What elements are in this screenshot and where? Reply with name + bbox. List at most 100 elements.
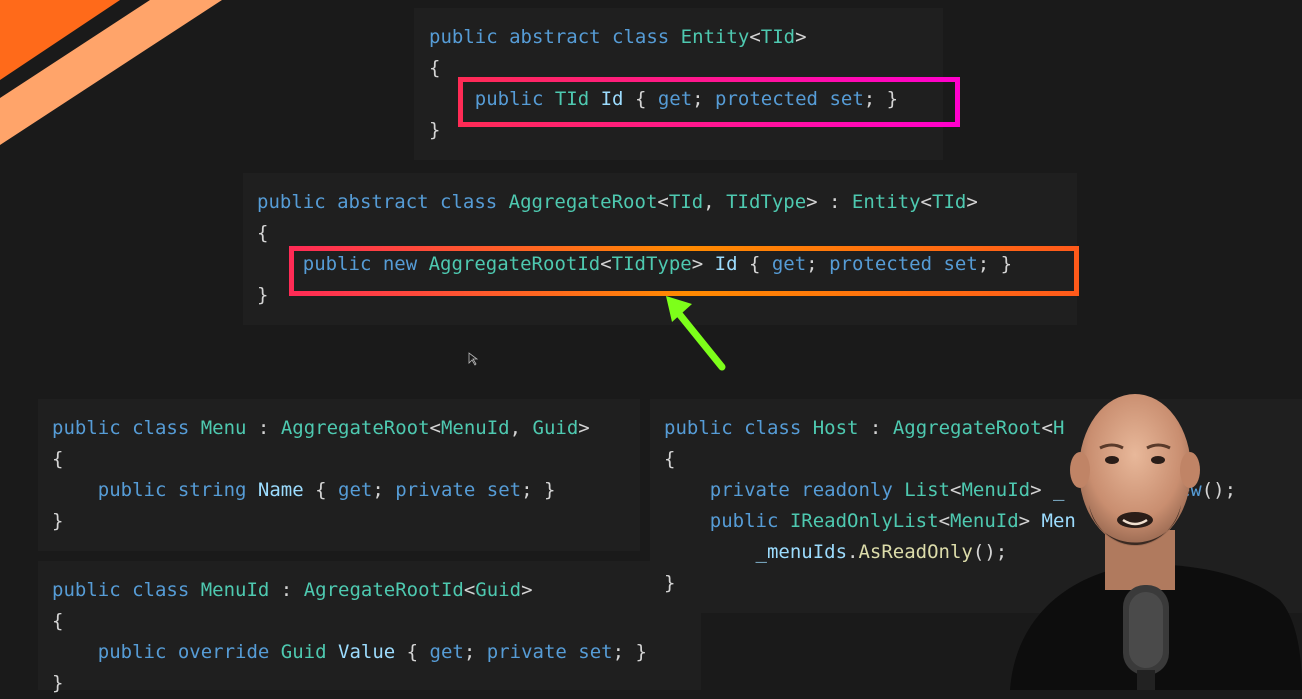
code-line: } [52, 506, 640, 537]
code-token: < [749, 26, 761, 48]
code-token: TId [668, 191, 704, 213]
code-token: < [429, 417, 441, 439]
code-token: abstract [337, 191, 441, 213]
code-token: { [664, 448, 676, 470]
code-token: public [52, 579, 133, 601]
code-token: ; [372, 479, 396, 501]
code-token: public [709, 510, 790, 532]
code-line: public class MenuId : AgregateRootId<Gui… [52, 575, 701, 606]
code-token: AsReadOnly [858, 541, 973, 563]
code-token: public [429, 26, 510, 48]
code-line: { [257, 218, 1077, 249]
highlight-box-aggregate-root-id [289, 246, 1079, 296]
code-token: TIdType [726, 191, 807, 213]
code-line: } [52, 668, 701, 699]
code-line: public string Name { get; private set; } [52, 475, 640, 506]
code-token: ; [463, 641, 487, 663]
code-token: { [429, 57, 441, 79]
code-token: override [177, 641, 281, 663]
code-token: Menu [200, 417, 247, 439]
code-token: get [338, 479, 373, 501]
code-line: { [52, 606, 701, 637]
code-token: , [509, 417, 533, 439]
code-token: { [52, 448, 64, 470]
code-token: ; } [612, 641, 647, 663]
code-token: _menuIds [755, 541, 848, 563]
code-token: { [315, 479, 339, 501]
code-token: MenuId [440, 417, 510, 439]
code-token: string [177, 479, 258, 501]
code-token: } [664, 572, 676, 594]
code-token: TId [932, 191, 967, 213]
code-token: class [612, 26, 681, 48]
code-token: < [950, 479, 962, 501]
code-token: ; } [521, 479, 556, 501]
code-token: < [920, 191, 932, 213]
code-token: class [440, 191, 509, 213]
code-token: } [52, 510, 64, 532]
code-token: public [664, 417, 745, 439]
code-token: , [703, 191, 727, 213]
code-token: Entity [851, 191, 921, 213]
code-token: Name [257, 479, 316, 501]
highlight-box-entity-id [458, 77, 960, 127]
code-token: . [847, 541, 859, 563]
code-line: { [52, 444, 640, 475]
code-token: public [97, 641, 178, 663]
code-token: > [795, 26, 807, 48]
pointing-arrow-icon [666, 296, 726, 371]
code-token: { [406, 641, 430, 663]
code-line: public override Guid Value { get; privat… [52, 637, 701, 668]
code-token: List [904, 479, 950, 501]
code-token: IReadOnlyList [789, 510, 939, 532]
code-token: : [246, 417, 281, 439]
code-token: > [578, 417, 590, 439]
code-token: } [429, 119, 441, 141]
code-token: > [966, 191, 978, 213]
code-token: Guid [280, 641, 338, 663]
code-token: set [486, 479, 522, 501]
code-token: AgregateRootId [303, 579, 464, 601]
code-token: class [744, 417, 813, 439]
code-token: class [132, 579, 201, 601]
code-line: public abstract class Entity<TId> [429, 22, 943, 53]
code-line: public abstract class AggregateRoot<TId,… [257, 187, 1077, 218]
code-token: Guid [475, 579, 522, 601]
code-token: get [429, 641, 464, 663]
code-panel-menu-id: public class MenuId : AgregateRootId<Gui… [38, 561, 701, 694]
code-token: public [52, 417, 133, 439]
code-token: { [52, 610, 64, 632]
code-token: : [269, 579, 304, 601]
code-token: public [257, 191, 338, 213]
code-token: AggregateRoot [280, 417, 430, 439]
code-token: private [395, 479, 487, 501]
code-token: abstract [509, 26, 613, 48]
code-token: public [97, 479, 178, 501]
code-token: AggregateRoot [508, 191, 658, 213]
code-token: TId [760, 26, 796, 48]
code-token: Guid [532, 417, 579, 439]
mouse-cursor-icon [468, 352, 478, 366]
code-token: { [257, 222, 269, 244]
code-token: } [52, 672, 64, 694]
corner-accent-stripes [0, 0, 230, 150]
code-token: Host [812, 417, 859, 439]
code-panel-menu: public class Menu : AggregateRoot<MenuId… [38, 399, 640, 551]
code-token: set [578, 641, 613, 663]
code-token: class [132, 417, 201, 439]
code-token: (); [972, 541, 1008, 563]
code-token: MenuId [200, 579, 270, 601]
code-token: : [858, 417, 893, 439]
code-token: < [463, 579, 476, 601]
code-token: > [521, 579, 533, 601]
code-token: private [486, 641, 579, 663]
code-token: < [938, 510, 951, 532]
code-token: > : [806, 191, 852, 213]
code-token: private [709, 479, 802, 501]
code-token: < [657, 191, 669, 213]
code-token: } [257, 284, 269, 306]
